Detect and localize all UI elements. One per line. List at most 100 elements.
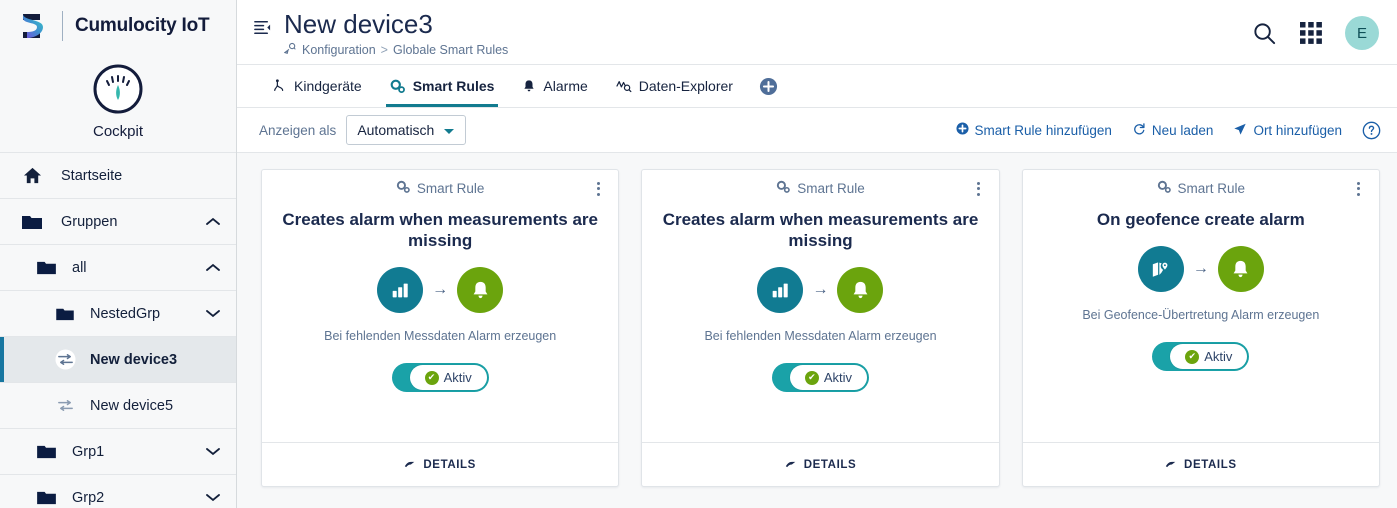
display-as-value: Automatisch bbox=[357, 122, 435, 138]
bell-icon bbox=[837, 267, 884, 313]
current-app-label: Cockpit bbox=[92, 123, 144, 140]
add-tab-icon[interactable] bbox=[747, 65, 790, 107]
sidebar-item-label: Grp1 bbox=[72, 443, 105, 460]
check-icon: ✔ bbox=[1185, 349, 1200, 364]
card-description: Bei Geofence-Übertretung Alarm erzeugen bbox=[1082, 308, 1320, 322]
bell-icon bbox=[522, 79, 536, 93]
sidebar-item-gruppen[interactable]: Gruppen bbox=[0, 199, 236, 245]
check-icon: ✔ bbox=[804, 370, 819, 385]
sidebar-item-label: New device3 bbox=[90, 351, 178, 368]
details-label: DETAILS bbox=[423, 458, 476, 471]
toggle-label: Aktiv bbox=[1204, 349, 1233, 364]
chevron-up-icon[interactable] bbox=[206, 217, 220, 226]
sidebar-item-nestedgrp[interactable]: NestedGrp bbox=[0, 291, 236, 337]
toolbar-button-label: Smart Rule hinzufügen bbox=[974, 122, 1112, 138]
search-icon[interactable] bbox=[1252, 21, 1277, 46]
rule-flow: → bbox=[377, 267, 504, 313]
toggle-knob: ✔ Aktiv bbox=[789, 365, 867, 390]
app-switcher-icon[interactable] bbox=[1299, 21, 1323, 45]
chevron-down-icon[interactable] bbox=[206, 493, 220, 502]
collapse-sidebar-icon[interactable] bbox=[253, 18, 272, 42]
bell-icon bbox=[457, 267, 504, 313]
bar-chart-icon bbox=[757, 267, 804, 313]
card-details-button[interactable]: DETAILS bbox=[642, 442, 999, 486]
folder-icon bbox=[54, 307, 76, 321]
card-type: Smart Rule bbox=[1035, 180, 1351, 197]
brand-divider bbox=[62, 11, 63, 41]
tab-alarme[interactable]: Alarme bbox=[508, 65, 601, 107]
location-icon bbox=[1233, 122, 1247, 139]
chevron-down-icon[interactable] bbox=[206, 309, 220, 318]
sidebar-item-startseite[interactable]: Startseite bbox=[0, 153, 236, 199]
bell-icon bbox=[1217, 246, 1264, 292]
add-smart-rule-button[interactable]: Smart Rule hinzufügen bbox=[956, 122, 1112, 138]
sidebar-item-label: Grp2 bbox=[72, 489, 105, 506]
help-circle-icon[interactable] bbox=[1362, 121, 1381, 140]
smart-rule-card[interactable]: Smart Rule On geofence create alarm → Be… bbox=[1021, 169, 1380, 487]
rule-flow: → bbox=[757, 267, 884, 313]
kebab-menu-icon[interactable] bbox=[1351, 181, 1367, 196]
chevron-down-icon[interactable] bbox=[206, 447, 220, 456]
smart-rule-card[interactable]: Smart Rule Creates alarm when measuremen… bbox=[641, 169, 1000, 487]
sidebar-item-label: Gruppen bbox=[61, 213, 118, 230]
sidebar-item-new-device5[interactable]: New device5 bbox=[0, 383, 236, 429]
reload-icon bbox=[1132, 122, 1146, 139]
card-body: Creates alarm when measurements are miss… bbox=[262, 197, 618, 442]
gauge-icon bbox=[91, 62, 145, 116]
toggle-knob: ✔ Aktiv bbox=[1170, 344, 1248, 369]
add-location-button[interactable]: Ort hinzufügen bbox=[1233, 122, 1342, 139]
sidebar-item-grp2[interactable]: Grp2 bbox=[0, 475, 236, 508]
card-details-button[interactable]: DETAILS bbox=[1022, 442, 1379, 486]
sidebar-item-label: Startseite bbox=[61, 167, 123, 184]
reload-button[interactable]: Neu laden bbox=[1132, 122, 1214, 139]
sidebar-item-label: all bbox=[72, 259, 87, 276]
tab-kindgeraete[interactable]: Kindgeräte bbox=[259, 65, 376, 107]
tab-label: Alarme bbox=[543, 78, 588, 94]
home-icon bbox=[18, 166, 46, 185]
toggle-label: Aktiv bbox=[823, 370, 853, 385]
bar-chart-icon bbox=[377, 267, 424, 313]
chevron-up-icon[interactable] bbox=[206, 263, 220, 272]
display-as-select[interactable]: Automatisch bbox=[346, 115, 467, 145]
chevron-down-icon bbox=[443, 122, 455, 138]
toolbar-button-label: Ort hinzufügen bbox=[1253, 122, 1342, 138]
folder-icon bbox=[18, 214, 46, 230]
card-title: Creates alarm when measurements are miss… bbox=[662, 210, 979, 250]
avatar[interactable]: E bbox=[1345, 16, 1379, 50]
toolbar-button-label: Neu laden bbox=[1151, 122, 1214, 138]
tab-bar: Kindgeräte Smart Rules Alarme Daten-Expl… bbox=[237, 65, 1397, 108]
card-details-button[interactable]: DETAILS bbox=[262, 442, 619, 486]
tab-daten-explorer[interactable]: Daten-Explorer bbox=[602, 65, 747, 107]
folder-icon bbox=[34, 490, 58, 505]
card-type-label: Smart Rule bbox=[416, 181, 485, 196]
card-description: Bei fehlenden Messdaten Alarm erzeugen bbox=[324, 329, 557, 343]
kebab-menu-icon[interactable] bbox=[590, 181, 606, 196]
breadcrumb-parent[interactable]: Konfiguration bbox=[302, 43, 376, 57]
kebab-menu-icon[interactable] bbox=[971, 181, 987, 196]
flow-arrow: → bbox=[432, 281, 449, 298]
smart-rules-icon bbox=[776, 180, 791, 197]
brand-header: Cumulocity IoT bbox=[0, 0, 236, 52]
sidebar-item-all[interactable]: all bbox=[0, 245, 236, 291]
breadcrumb-separator: > bbox=[380, 43, 388, 57]
breadcrumb-current: Globale Smart Rules bbox=[392, 43, 509, 57]
card-title: On geofence create alarm bbox=[1096, 210, 1305, 229]
data-explorer-icon bbox=[616, 79, 632, 93]
card-header: Smart Rule bbox=[642, 170, 998, 197]
rule-active-toggle[interactable]: ✔ Aktiv bbox=[391, 363, 489, 392]
sidebar-item-new-device3[interactable]: New device3 bbox=[0, 337, 236, 383]
toggle-knob: ✔ Aktiv bbox=[409, 365, 487, 390]
rule-active-toggle[interactable]: ✔ Aktiv bbox=[1152, 342, 1250, 371]
card-type: Smart Rule bbox=[274, 180, 590, 197]
card-title: Creates alarm when measurements are miss… bbox=[282, 210, 598, 250]
config-icon bbox=[283, 42, 297, 58]
sidebar: Cumulocity IoT Cockpit Startseite Gruppe… bbox=[0, 0, 237, 508]
smart-rule-card[interactable]: Smart Rule Creates alarm when measuremen… bbox=[261, 169, 620, 487]
tab-smart-rules[interactable]: Smart Rules bbox=[376, 65, 509, 107]
plus-circle-icon bbox=[956, 122, 969, 138]
smart-rules-icon bbox=[390, 79, 406, 94]
rule-active-toggle[interactable]: ✔ Aktiv bbox=[771, 363, 869, 392]
flow-arrow: → bbox=[812, 281, 829, 298]
sidebar-item-label: NestedGrp bbox=[90, 305, 161, 322]
sidebar-item-grp1[interactable]: Grp1 bbox=[0, 429, 236, 475]
